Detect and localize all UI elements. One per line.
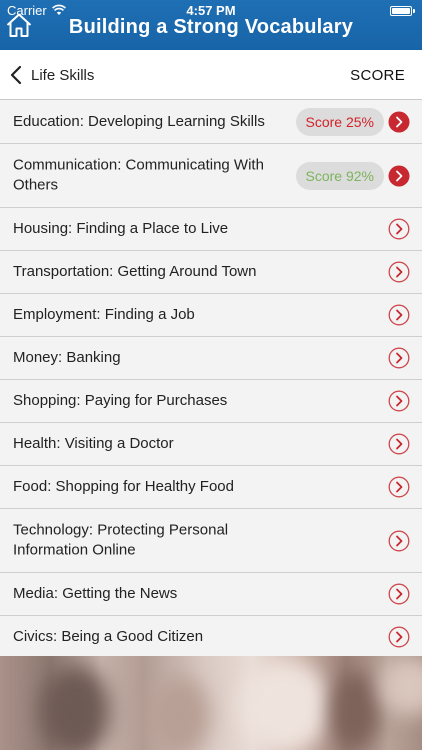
lesson-row[interactable]: Education: Developing Learning Skills Sco… xyxy=(0,100,422,144)
back-button[interactable]: Life Skills xyxy=(10,62,94,88)
lesson-title: Communication: Communicating With Others xyxy=(13,156,264,194)
chevron-right-outline-icon[interactable] xyxy=(388,261,410,283)
lesson-title: Technology: Protecting Personal Informat… xyxy=(13,521,229,559)
lesson-row[interactable]: Shopping: Paying for Purchases xyxy=(0,380,422,423)
lesson-row[interactable]: Money: Banking xyxy=(0,337,422,380)
chevron-right-outline-icon[interactable] xyxy=(388,476,410,498)
lesson-title: Education: Developing Learning Skills xyxy=(13,112,265,130)
lesson-row[interactable]: Civics: Being a Good Citizen xyxy=(0,616,422,659)
lesson-title: Civics: Being a Good Citizen xyxy=(13,627,204,645)
lesson-title: Money: Banking xyxy=(13,348,121,366)
lesson-title: Media: Getting the News xyxy=(13,584,178,602)
lesson-list: Education: Developing Learning Skills Sco… xyxy=(0,100,422,659)
chevron-right-outline-icon[interactable] xyxy=(388,626,410,648)
lesson-title: Employment: Finding a Job xyxy=(13,305,195,323)
lesson-row[interactable]: Media: Getting the News xyxy=(0,573,422,616)
lesson-title: Shopping: Paying for Purchases xyxy=(13,391,228,409)
background-photo xyxy=(0,656,422,750)
app-header: Carrier 4:57 PM Building a Strong Vocabu… xyxy=(0,0,422,50)
lesson-row[interactable]: Communication: Communicating With Others… xyxy=(0,144,422,208)
lesson-row[interactable]: Housing: Finding a Place to Live xyxy=(0,208,422,251)
lesson-row[interactable]: Employment: Finding a Job xyxy=(0,294,422,337)
chevron-right-outline-icon[interactable] xyxy=(388,304,410,326)
lesson-row[interactable]: Transportation: Getting Around Town xyxy=(0,251,422,294)
score-column-header: SCORE xyxy=(350,67,405,84)
battery-icon xyxy=(390,6,415,16)
back-label: Life Skills xyxy=(31,66,95,84)
chevron-right-outline-icon[interactable] xyxy=(388,347,410,369)
chevron-right-outline-icon[interactable] xyxy=(388,530,410,552)
chevron-right-outline-icon[interactable] xyxy=(388,390,410,412)
chevron-right-filled-icon[interactable] xyxy=(388,165,410,187)
lesson-row[interactable]: Food: Shopping for Healthy Food xyxy=(0,466,422,509)
chevron-right-outline-icon[interactable] xyxy=(388,433,410,455)
lesson-title: Health: Visiting a Doctor xyxy=(13,434,174,452)
score-badge: Score 92% xyxy=(295,161,384,190)
chevron-right-outline-icon[interactable] xyxy=(388,583,410,605)
chevron-right-outline-icon[interactable] xyxy=(388,218,410,240)
lesson-title: Housing: Finding a Place to Live xyxy=(13,219,229,237)
chevron-left-icon xyxy=(10,65,22,85)
chevron-right-filled-icon[interactable] xyxy=(388,111,410,133)
lesson-row[interactable]: Technology: Protecting Personal Informat… xyxy=(0,509,422,573)
score-badge: Score 25% xyxy=(295,107,384,136)
page-title: Building a Strong Vocabulary xyxy=(68,16,354,38)
lesson-row[interactable]: Health: Visiting a Doctor xyxy=(0,423,422,466)
lesson-title: Transportation: Getting Around Town xyxy=(13,262,257,280)
lesson-title: Food: Shopping for Healthy Food xyxy=(13,477,234,495)
nav-bar: Life Skills SCORE xyxy=(0,50,422,100)
